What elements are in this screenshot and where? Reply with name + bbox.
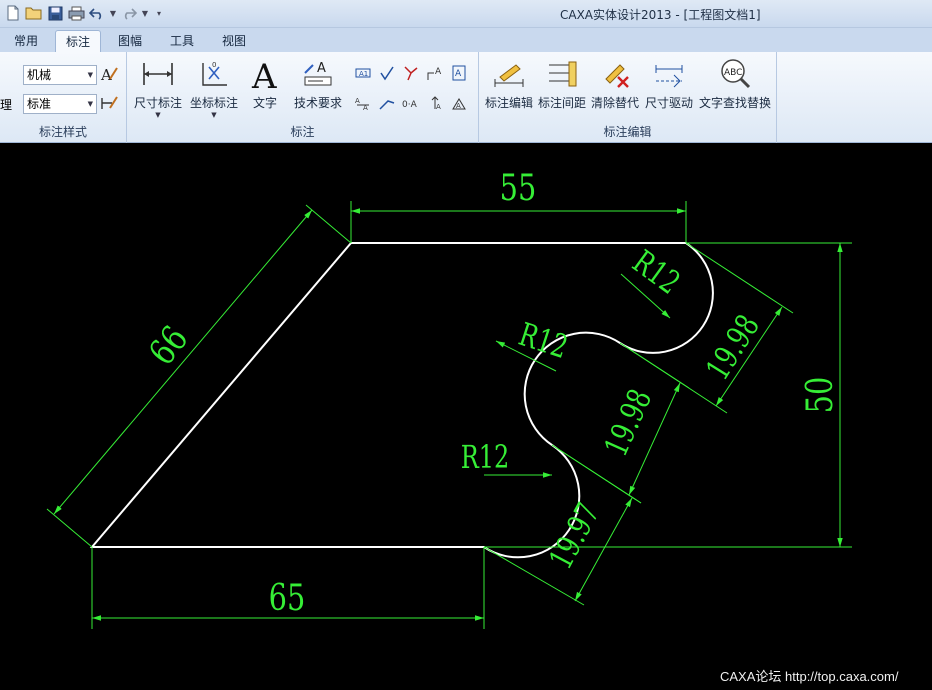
arrow-a-icon[interactable]: A: [426, 94, 444, 112]
dimension-drive-button[interactable]: 尺寸驱动: [643, 56, 695, 122]
drawing-svg: 55 66 65 50 R12 R12 R12 19.98 19.98 19.9…: [46, 167, 852, 629]
style-combo-1[interactable]: 机械 ▼: [23, 65, 97, 85]
coordinate-dimension-label: 坐标标注: [189, 96, 238, 110]
style-combo-1-value: 机械: [27, 68, 52, 82]
tab-annotation[interactable]: 标注: [55, 30, 102, 52]
dim-text-chord-low[interactable]: 19.97: [542, 497, 607, 575]
customize-icon[interactable]: ▾: [152, 4, 166, 22]
technical-requirements-button[interactable]: A 技术要求: [290, 56, 346, 122]
svg-text:A: A: [100, 66, 112, 83]
cut-direction-icon[interactable]: A: [450, 94, 468, 112]
annotation-spacing-label: 标注间距: [537, 96, 586, 110]
dim-text-left-slant[interactable]: 66: [141, 318, 197, 373]
forum-watermark: CAXA论坛 http://top.caxa.com/: [720, 669, 899, 684]
dim-text-top[interactable]: 55: [500, 167, 537, 209]
clear-override-button[interactable]: 清除替代: [590, 56, 640, 122]
title-bar: ▼ ▼ ▾ CAXA实体设计2013 - [工程图文档1]: [0, 0, 932, 28]
dim-text-radius-top[interactable]: R12: [626, 243, 687, 302]
text-find-replace-button[interactable]: ABC 文字查找替换: [698, 56, 772, 122]
chevron-down-icon: ▼: [87, 100, 93, 108]
dim-text-bottom[interactable]: 65: [269, 577, 306, 619]
center-hole-icon[interactable]: 0·A: [402, 94, 420, 112]
svg-text:A1: A1: [359, 70, 368, 78]
text-a-icon: A: [244, 56, 286, 92]
group-label-annotation: 标注: [290, 125, 315, 139]
svg-text:A: A: [317, 61, 326, 76]
open-icon[interactable]: [25, 4, 43, 22]
svg-text:A: A: [436, 103, 441, 111]
balloon-icon[interactable]: A: [450, 64, 468, 82]
annotation-edit-label: 标注编辑: [484, 96, 533, 110]
style-combo-2[interactable]: 标准 ▼: [23, 94, 97, 114]
style-combo-2-value: 标准: [27, 97, 52, 111]
group-annotation: 尺寸标注 ▼ 0 坐标标注 ▼ A 文字 A 技术要求 A1 A A AA 0·…: [127, 52, 479, 143]
dimension-geometry: [46, 201, 852, 629]
undo-icon[interactable]: [88, 4, 106, 22]
text-style-icon[interactable]: A: [100, 65, 118, 83]
chevron-down-icon: ▼: [155, 111, 161, 119]
print-icon[interactable]: [67, 4, 85, 22]
group-annotation-edit: 标注编辑 标注间距 清除替代 尺寸驱动 ABC 文字查找替换 标注编辑: [479, 52, 777, 143]
tab-common[interactable]: 常用: [4, 30, 48, 52]
part-sequence-icon[interactable]: AA: [354, 94, 372, 112]
window-title: CAXA实体设计2013 - [工程图文档1]: [560, 8, 761, 22]
hatch-leader-icon[interactable]: [378, 94, 396, 112]
dimension-label: 尺寸标注: [133, 96, 182, 110]
dim-text-chord-upper[interactable]: 19.98: [699, 308, 767, 386]
clear-override-icon: [590, 56, 640, 92]
svg-text:A: A: [455, 69, 462, 79]
dim-text-radius-mid[interactable]: R12: [514, 316, 572, 367]
annotation-edit-button[interactable]: 标注编辑: [484, 56, 534, 122]
svg-text:0·A: 0·A: [402, 100, 418, 110]
group-annotation-style: 理 机械 ▼ 标准 ▼ A 标注样式: [0, 52, 127, 143]
drawing-canvas[interactable]: 55 66 65 50 R12 R12 R12 19.98 19.98 19.9…: [0, 143, 932, 690]
dimension-button[interactable]: 尺寸标注 ▼: [132, 56, 184, 122]
save-icon[interactable]: [46, 4, 64, 22]
coordinate-dimension-icon: 0: [188, 56, 240, 92]
tab-view[interactable]: 视图: [212, 30, 256, 52]
dim-style-icon[interactable]: [100, 94, 118, 112]
tab-sheet[interactable]: 图幅: [108, 30, 152, 52]
annotation-edit-icon: [484, 56, 534, 92]
technical-requirements-label: 技术要求: [293, 96, 342, 110]
svg-text:A: A: [251, 57, 277, 92]
chevron-down-icon: ▼: [211, 111, 217, 119]
dim-text-right[interactable]: 50: [799, 377, 841, 414]
new-icon[interactable]: [4, 4, 22, 22]
svg-text:A: A: [355, 97, 360, 105]
quick-access-toolbar: ▼ ▼ ▾: [4, 4, 166, 22]
svg-text:A: A: [435, 67, 442, 77]
truncated-button-label[interactable]: 理: [0, 96, 12, 113]
coordinate-dimension-button[interactable]: 0 坐标标注 ▼: [188, 56, 240, 122]
clear-override-label: 清除替代: [590, 96, 639, 110]
technical-requirements-icon: A: [290, 56, 346, 92]
dimension-drive-label: 尺寸驱动: [644, 96, 693, 110]
annotation-spacing-button[interactable]: 标注间距: [537, 56, 587, 122]
datum-icon[interactable]: A1: [354, 64, 372, 82]
svg-text:ABC: ABC: [724, 68, 742, 78]
dim-text-radius-low[interactable]: R12: [461, 439, 510, 476]
undo-dropdown-icon[interactable]: ▼: [109, 4, 117, 22]
svg-text:A: A: [456, 102, 461, 110]
ribbon-tabs: 常用 标注 图幅 工具 视图: [0, 28, 932, 52]
group-label-style: 标注样式: [38, 125, 87, 139]
annotation-spacing-icon: [537, 56, 587, 92]
ribbon: 理 机械 ▼ 标准 ▼ A 标注样式 尺寸标注 ▼ 0 坐标标注 ▼ A 文字 …: [0, 52, 932, 143]
dimension-icon: [132, 56, 184, 92]
roughness-icon[interactable]: [378, 64, 396, 82]
redo-dropdown-icon[interactable]: ▼: [141, 4, 149, 22]
text-find-replace-icon: ABC: [698, 56, 772, 92]
svg-text:0: 0: [212, 61, 216, 69]
leader-text-icon[interactable]: A: [426, 64, 444, 82]
weld-icon[interactable]: [402, 64, 420, 82]
dimension-drive-icon: [643, 56, 695, 92]
text-find-replace-label: 文字查找替换: [698, 96, 771, 110]
tab-tools[interactable]: 工具: [160, 30, 204, 52]
redo-icon[interactable]: [120, 4, 138, 22]
text-button[interactable]: A 文字: [244, 56, 286, 122]
text-label: 文字: [252, 96, 277, 110]
group-label-edit: 标注编辑: [603, 125, 652, 139]
chevron-down-icon: ▼: [87, 71, 93, 79]
